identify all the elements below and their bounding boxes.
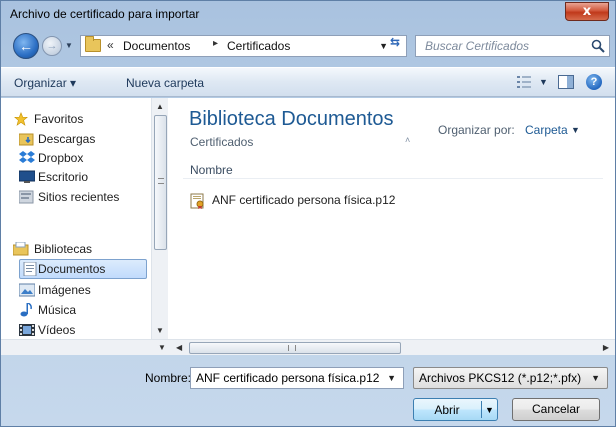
open-options-dropdown-icon[interactable]: ▼ <box>485 405 494 415</box>
forward-arrow-icon: → <box>46 40 58 52</box>
view-dropdown-icon[interactable]: ▼ <box>539 77 548 87</box>
navigation-pane: Favoritos Descargas Dropbox Escritorio S… <box>1 98 169 339</box>
nav-label: Descargas <box>38 132 96 146</box>
nav-item-sitios-recientes[interactable]: Sitios recientes <box>1 187 151 207</box>
nav-label: Documentos <box>38 262 106 276</box>
file-type-dropdown-icon[interactable]: ▼ <box>591 373 600 383</box>
file-list-pane: Biblioteca Documentos Certificados Organ… <box>173 98 615 339</box>
nav-item-imagenes[interactable]: Imágenes <box>1 280 151 300</box>
file-open-dialog: Archivo de certificado para importar x ←… <box>0 0 616 427</box>
nav-item-musica[interactable]: Música <box>1 300 151 320</box>
window-title: Archivo de certificado para importar <box>10 7 200 21</box>
file-name: ANF certificado persona física.p12 <box>212 193 396 207</box>
refresh-button[interactable]: ⇆ <box>384 33 406 51</box>
nav-label: Escritorio <box>38 170 89 184</box>
videos-icon <box>19 324 35 336</box>
nav-item-descargas[interactable]: Descargas <box>1 129 151 149</box>
dialog-footer: Nombre: ANF certificado persona física.p… <box>1 356 615 426</box>
nav-label: Sitios recientes <box>38 190 120 204</box>
forward-button[interactable]: → <box>42 36 62 56</box>
scroll-thumb[interactable] <box>154 115 167 250</box>
scroll-grip <box>158 178 164 184</box>
scroll-up-icon[interactable]: ▲ <box>156 102 164 111</box>
nav-item-favoritos[interactable]: Favoritos <box>1 109 151 129</box>
library-title: Biblioteca Documentos <box>189 108 394 130</box>
horizontal-scrollbar[interactable]: ▼ ◀ ▶ <box>1 339 615 355</box>
dropbox-icon <box>19 151 35 163</box>
organize-button[interactable]: Organizar ▾ <box>14 76 76 90</box>
breadcrumb-separator[interactable]: ▸ <box>213 38 218 49</box>
sort-ascending-icon: ˄ <box>405 135 411 145</box>
nav-vertical-scrollbar[interactable]: ▲ ▼ <box>151 98 168 339</box>
nav-item-dropbox[interactable]: Dropbox <box>1 148 151 168</box>
recent-places-icon <box>19 190 34 204</box>
split-divider <box>481 401 482 418</box>
view-options-icon[interactable] <box>517 76 531 88</box>
header-divider <box>183 178 603 179</box>
filename-dropdown-icon[interactable]: ▼ <box>387 373 396 383</box>
organize-by-chevron-icon[interactable]: ▼ <box>571 125 580 135</box>
scroll-thumb[interactable] <box>189 342 401 354</box>
nav-label: Favoritos <box>34 112 84 126</box>
documents-icon <box>23 262 37 276</box>
preview-pane-icon[interactable] <box>558 75 574 89</box>
filename-label: Nombre: <box>145 371 192 385</box>
music-icon <box>20 303 32 317</box>
nav-label: Vídeos <box>38 323 76 337</box>
nav-item-bibliotecas[interactable]: Bibliotecas <box>1 239 151 259</box>
nav-label: Música <box>38 303 77 317</box>
scroll-down-icon[interactable]: ▼ <box>158 343 166 352</box>
back-arrow-icon: ← <box>19 38 33 54</box>
refresh-icon: ⇆ <box>389 35 401 49</box>
filename-value: ANF certificado persona física.p12 <box>196 371 380 385</box>
search-placeholder: Buscar Certificados <box>425 39 530 53</box>
search-input[interactable]: Buscar Certificados <box>415 35 610 57</box>
address-bar[interactable]: « Documentos ▸ Certificados ▼ <box>80 35 407 57</box>
command-toolbar: Organizar ▾ Nueva carpeta ▼ ? <box>1 67 615 97</box>
nav-item-videos[interactable]: Vídeos <box>1 320 151 340</box>
search-icon[interactable] <box>591 39 605 53</box>
pictures-icon <box>19 283 35 297</box>
nav-label: Dropbox <box>38 151 84 165</box>
folder-icon <box>85 36 101 52</box>
new-folder-button[interactable]: Nueva carpeta <box>126 76 204 90</box>
organize-by-dropdown[interactable]: Carpeta <box>525 123 568 137</box>
close-button[interactable]: x <box>565 2 609 21</box>
back-button[interactable]: ← <box>13 33 39 59</box>
open-button[interactable]: Abrir ▼ <box>413 398 498 421</box>
downloads-folder-icon <box>19 133 34 146</box>
breadcrumb-certificados[interactable]: Certificados <box>227 39 290 53</box>
scroll-down-icon[interactable]: ▼ <box>156 326 164 335</box>
file-type-value: Archivos PKCS12 (*.p12;*.pfx) <box>419 371 582 385</box>
file-type-select[interactable]: Archivos PKCS12 (*.p12;*.pfx) ▼ <box>413 367 608 389</box>
main-area: Favoritos Descargas Dropbox Escritorio S… <box>1 98 615 355</box>
title-bar: Archivo de certificado para importar x <box>1 1 615 31</box>
certificate-file-icon <box>190 193 204 209</box>
library-subtitle: Certificados <box>190 135 254 149</box>
open-label: Abrir <box>434 403 460 417</box>
breadcrumb-overflow[interactable]: « <box>107 38 114 52</box>
address-row: ← → ▼ « Documentos ▸ Certificados ▼ ⇆ Bu… <box>1 31 615 61</box>
column-header-name[interactable]: Nombre <box>190 163 233 177</box>
nav-label: Bibliotecas <box>34 242 93 256</box>
star-icon <box>14 112 28 126</box>
desktop-icon <box>19 170 35 183</box>
organize-by-label: Organizar por: <box>438 123 515 137</box>
recent-locations-dropdown[interactable]: ▼ <box>65 41 73 50</box>
file-item[interactable]: ANF certificado persona física.p12 <box>190 192 420 210</box>
libraries-icon <box>13 242 29 256</box>
breadcrumb-documentos[interactable]: Documentos <box>123 39 190 53</box>
nav-label: Imágenes <box>38 283 91 297</box>
cancel-button[interactable]: Cancelar <box>512 398 600 421</box>
help-icon[interactable]: ? <box>586 74 602 90</box>
nav-item-documentos[interactable]: Documentos <box>19 259 147 279</box>
scroll-grip <box>288 345 296 351</box>
scroll-left-icon[interactable]: ◀ <box>176 343 182 352</box>
filename-combobox[interactable]: ANF certificado persona física.p12 ▼ <box>190 367 404 389</box>
nav-item-escritorio[interactable]: Escritorio <box>1 167 151 187</box>
scroll-right-icon[interactable]: ▶ <box>603 343 609 352</box>
